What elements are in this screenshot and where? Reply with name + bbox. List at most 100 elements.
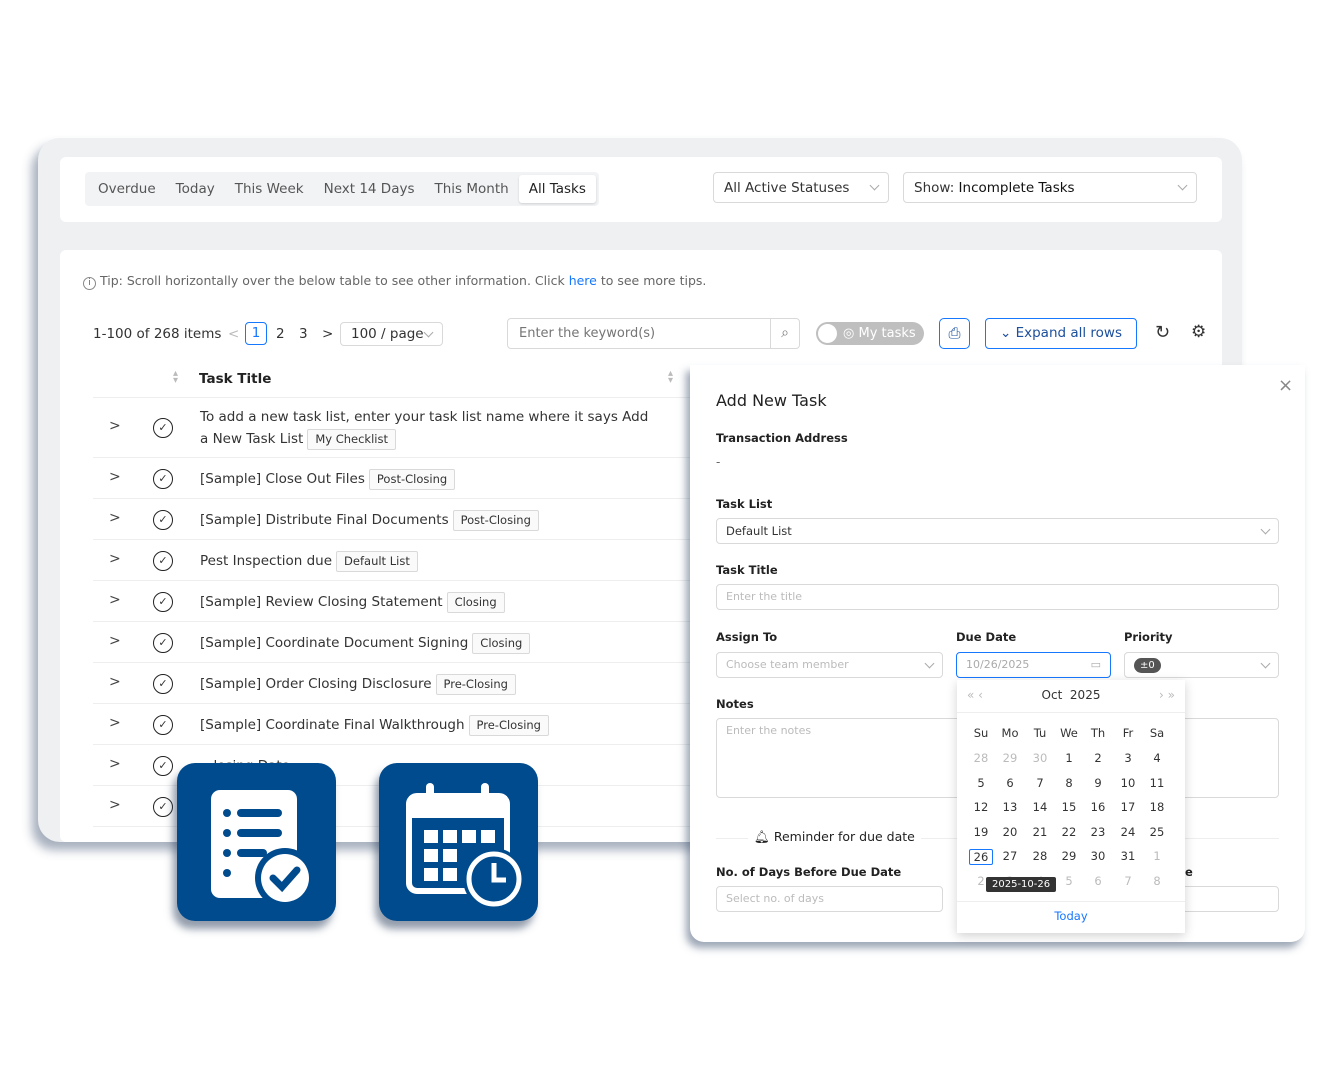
calendar-day[interactable]: 8 — [1057, 776, 1081, 790]
expand-all-rows-button[interactable]: ⌄ Expand all rows — [985, 318, 1137, 349]
tab-next-14-days[interactable]: Next 14 Days — [314, 175, 425, 203]
calendar-day[interactable]: 29 — [998, 751, 1022, 765]
expand-row-chevron-icon[interactable]: > — [109, 469, 121, 485]
table-row[interactable]: > ✓ To add a new task list, enter your tas… — [93, 398, 690, 458]
calendar-day[interactable]: 10 — [1116, 776, 1140, 790]
calendar-day[interactable]: 30 — [1086, 849, 1110, 863]
expand-row-chevron-icon[interactable]: > — [109, 592, 121, 608]
complete-check-icon[interactable]: ✓ — [153, 468, 173, 489]
calendar-day[interactable]: 12 — [969, 800, 993, 814]
calendar-day[interactable]: 19 — [969, 825, 993, 839]
calendar-month[interactable]: Oct — [1042, 688, 1063, 702]
task-title[interactable]: [Sample] Coordinate Final Walkthrough — [200, 717, 465, 733]
calendar-day[interactable]: 11 — [1145, 776, 1169, 790]
refresh-icon[interactable]: ↻ — [1155, 322, 1170, 343]
days-before-select[interactable]: Select no. of days — [716, 886, 943, 912]
expand-row-chevron-icon[interactable]: > — [109, 756, 121, 772]
expand-row-chevron-icon[interactable]: > — [109, 418, 121, 434]
page-size-select[interactable]: 100 / page — [340, 322, 443, 346]
complete-check-icon[interactable]: ✓ — [153, 550, 173, 571]
expand-row-chevron-icon[interactable]: > — [109, 674, 121, 690]
calendar-day[interactable]: 29 — [1057, 849, 1081, 863]
calendar-day[interactable]: 4 — [1145, 751, 1169, 765]
assign-to-select[interactable]: Choose team member — [716, 652, 943, 678]
task-title[interactable]: [Sample] Review Closing Statement — [200, 594, 443, 610]
calendar-day[interactable]: 5 — [1057, 874, 1081, 888]
complete-check-icon[interactable]: ✓ — [153, 673, 173, 694]
complete-check-icon[interactable]: ✓ — [153, 714, 173, 735]
complete-check-icon[interactable]: ✓ — [153, 755, 173, 776]
complete-check-icon[interactable]: ✓ — [153, 591, 173, 612]
calendar-day[interactable]: 24 — [1116, 825, 1140, 839]
calendar-day[interactable]: 16 — [1086, 800, 1110, 814]
table-row[interactable]: > ✓ [Sample] Distribute Final Documents Pos… — [93, 499, 690, 540]
calendar-day[interactable]: 1 — [1057, 751, 1081, 765]
calendar-day[interactable]: 6 — [998, 776, 1022, 790]
calendar-day[interactable]: 20 — [998, 825, 1022, 839]
page-2-button[interactable]: 2 — [276, 322, 285, 346]
table-row[interactable]: > ✓ [Sample] Order Closing Disclosure Pre-C… — [93, 663, 690, 704]
calendar-day[interactable]: 9 — [1086, 776, 1110, 790]
calendar-day[interactable]: 23 — [1086, 825, 1110, 839]
task-title[interactable]: To add a new task list, enter your task … — [200, 409, 648, 447]
calendar-day[interactable]: 5 — [969, 776, 993, 790]
print-button[interactable]: ⎙ — [939, 318, 970, 349]
complete-check-icon[interactable]: ✓ — [153, 796, 173, 817]
table-row[interactable]: > ✓ Pest Inspection due Default List — [93, 540, 690, 581]
close-icon[interactable]: × — [1278, 375, 1293, 396]
calendar-day[interactable]: 2 — [1086, 751, 1110, 765]
calendar-day[interactable]: 14 — [1028, 800, 1052, 814]
next-page-button[interactable]: > — [322, 322, 333, 346]
expand-row-chevron-icon[interactable]: > — [109, 633, 121, 649]
table-row[interactable]: > ✓ [Sample] Coordinate Final Walkthrough P… — [93, 704, 690, 745]
complete-check-icon[interactable]: ✓ — [153, 509, 173, 530]
task-title[interactable]: [Sample] Coordinate Document Signing — [200, 635, 468, 651]
tips-link[interactable]: here — [569, 273, 597, 288]
expand-row-chevron-icon[interactable]: > — [109, 551, 121, 567]
calendar-day[interactable]: 6 — [1086, 874, 1110, 888]
tab-today[interactable]: Today — [166, 175, 225, 203]
due-date-input[interactable]: 10/26/2025 ▭ — [956, 652, 1111, 678]
next-year-button[interactable]: › » — [1159, 688, 1175, 702]
complete-check-icon[interactable]: ✓ — [153, 418, 173, 438]
calendar-year[interactable]: 2025 — [1070, 688, 1101, 702]
calendar-day[interactable]: 7 — [1028, 776, 1052, 790]
task-title-input[interactable]: Enter the title — [716, 584, 1279, 610]
prev-page-button[interactable]: < — [228, 322, 239, 346]
task-title[interactable]: [Sample] Order Closing Disclosure — [200, 676, 432, 692]
tab-this-week[interactable]: This Week — [225, 175, 314, 203]
table-row[interactable]: > ✓ [Sample] Coordinate Document Signing Cl… — [93, 622, 690, 663]
task-title[interactable]: Pest Inspection due — [200, 553, 332, 569]
sort-icon[interactable]: ▴ ▾ — [173, 369, 178, 386]
calendar-day[interactable]: 25 — [1145, 825, 1169, 839]
task-title-header[interactable]: Task Title — [199, 371, 271, 387]
table-row[interactable]: > ✓ [Sample] Close Out Files Post-Closing — [93, 458, 690, 499]
priority-select[interactable]: ±0 — [1124, 652, 1279, 678]
status-filter-select[interactable]: All Active Statuses — [713, 172, 889, 203]
calendar-day[interactable]: 15 — [1057, 800, 1081, 814]
sort-icon[interactable]: ▴ ▾ — [668, 369, 673, 386]
calendar-day[interactable]: 28 — [969, 751, 993, 765]
my-tasks-toggle[interactable]: ◎ My tasks — [816, 322, 924, 345]
calendar-day[interactable]: 26 — [969, 849, 993, 866]
search-input[interactable] — [507, 318, 771, 349]
search-button[interactable]: ⌕ — [770, 318, 800, 349]
expand-row-chevron-icon[interactable]: > — [109, 715, 121, 731]
calendar-day[interactable]: 8 — [1145, 874, 1169, 888]
settings-gear-icon[interactable]: ⚙ — [1191, 322, 1206, 342]
show-filter-select[interactable]: Show: Incomplete Tasks — [903, 172, 1197, 203]
calendar-day[interactable]: 1 — [1145, 849, 1169, 863]
tab-overdue[interactable]: Overdue — [88, 175, 166, 203]
calendar-day[interactable]: 28 — [1028, 849, 1052, 863]
page-1-button[interactable]: 1 — [245, 322, 267, 345]
task-title[interactable]: [Sample] Close Out Files — [200, 471, 365, 487]
complete-check-icon[interactable]: ✓ — [153, 632, 173, 653]
calendar-day[interactable]: 17 — [1116, 800, 1140, 814]
tab-all-tasks[interactable]: All Tasks — [518, 175, 596, 203]
calendar-day[interactable]: 13 — [998, 800, 1022, 814]
calendar-day[interactable]: 31 — [1116, 849, 1140, 863]
expand-row-chevron-icon[interactable]: > — [109, 797, 121, 813]
calendar-day[interactable]: 3 — [1116, 751, 1140, 765]
calendar-day[interactable]: 30 — [1028, 751, 1052, 765]
calendar-day[interactable]: 7 — [1116, 874, 1140, 888]
